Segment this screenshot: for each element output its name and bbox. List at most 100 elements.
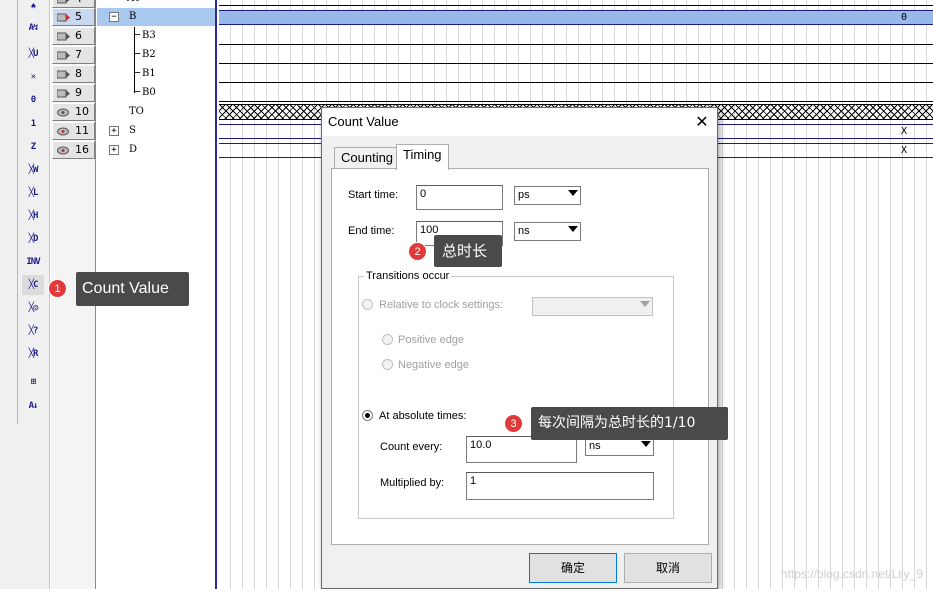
annotation-total-duration: 总时长 xyxy=(434,235,502,267)
signal-row-a0[interactable]: A0 xyxy=(97,0,215,8)
tree-branch: ─ xyxy=(134,87,141,98)
count-every-input[interactable]: 10.0 xyxy=(466,436,577,463)
annotation-badge-2: 2 xyxy=(408,242,427,261)
set-1-icon[interactable]: A↯ xyxy=(22,18,44,38)
relative-clock-radio[interactable] xyxy=(362,299,373,310)
tree-branch: ─ xyxy=(134,68,141,79)
waveform-editor: ♠ A↯ ╳U ✕ 0 1 Z ╳W ╳L ╳H ╳D INV ╳C ╳◎ ╳?… xyxy=(0,0,933,589)
chevron-down-icon xyxy=(640,301,650,307)
dialog-title: Count Value xyxy=(322,108,717,136)
random-icon[interactable]: ╳R xyxy=(22,344,44,364)
start-time-unit-select[interactable]: ps xyxy=(514,186,581,205)
annotation-badge-1: 1 xyxy=(48,279,67,298)
set-unknown-icon[interactable]: ✕ xyxy=(22,67,44,87)
wave-bus-b: 0 xyxy=(219,10,933,25)
signal-row-b[interactable]: − B xyxy=(97,8,215,26)
bus-value: X xyxy=(900,126,907,137)
signal-row-b0[interactable]: ─ B0 xyxy=(97,84,215,102)
index-row[interactable]: 7 xyxy=(52,46,95,64)
index-row[interactable]: 8 xyxy=(52,65,95,83)
grid-icon[interactable]: ⊞ xyxy=(22,372,44,392)
end-time-unit-select[interactable]: ns xyxy=(514,222,581,241)
signal-name: B1 xyxy=(142,68,156,79)
signal-name: S xyxy=(129,125,136,136)
index-row[interactable]: 4 xyxy=(52,0,95,8)
signal-row-d[interactable]: + D xyxy=(97,141,215,159)
tab-counting[interactable]: Counting xyxy=(334,147,401,169)
watermark: https://blog.csdn.net/Lily_9 xyxy=(780,567,923,581)
index-row[interactable]: 10 xyxy=(52,103,95,121)
invert-icon[interactable]: INV xyxy=(22,252,44,272)
negative-edge-radio[interactable] xyxy=(382,359,393,370)
absolute-times-radio[interactable] xyxy=(362,410,373,421)
output-pin-icon xyxy=(57,108,69,117)
index-row[interactable]: 16 xyxy=(52,141,95,159)
index-label: 6 xyxy=(75,29,82,42)
tree-branch: ─ xyxy=(134,49,141,60)
index-label: 16 xyxy=(75,143,89,156)
annotation-count-value: Count Value xyxy=(76,272,189,306)
weak-icon[interactable]: ╳W xyxy=(22,160,44,180)
input-pin-icon xyxy=(57,51,70,60)
annotation-interval: 每次间隔为总时长的1/10 xyxy=(531,407,728,440)
signal-row-to[interactable]: TO xyxy=(97,103,215,121)
bus-value: 0 xyxy=(900,12,907,23)
expand-icon[interactable]: + xyxy=(109,126,119,136)
low-icon[interactable]: ╳L xyxy=(22,183,44,203)
index-row[interactable]: 9 xyxy=(52,84,95,102)
signal-row-b1[interactable]: ─ B1 xyxy=(97,65,215,83)
count-every-unit-value: ns xyxy=(589,440,601,452)
wave-b3 xyxy=(219,44,933,45)
collapse-icon[interactable]: − xyxy=(109,12,119,22)
chevron-down-icon xyxy=(568,226,578,232)
arbitrary-icon[interactable]: ╳? xyxy=(22,321,44,341)
close-icon[interactable]: ✕ xyxy=(687,108,717,136)
signal-row-b2[interactable]: ─ B2 xyxy=(97,46,215,64)
relative-clock-label: Relative to clock settings: xyxy=(379,299,504,311)
force-high-icon[interactable]: 1 xyxy=(22,114,44,134)
signal-row-b3[interactable]: ─ B3 xyxy=(97,27,215,45)
force-low-icon[interactable]: 0 xyxy=(22,90,44,110)
clock-icon[interactable]: ╳◎ xyxy=(22,298,44,318)
multiplied-by-input[interactable]: 1 xyxy=(466,472,654,500)
input-pin-icon xyxy=(57,89,70,98)
index-row[interactable]: 11 xyxy=(52,122,95,140)
waveform-toolbar: ♠ A↯ ╳U ✕ 0 1 Z ╳W ╳L ╳H ╳D INV ╳C ╳◎ ╳?… xyxy=(0,0,50,589)
index-row[interactable]: 5 xyxy=(52,8,95,26)
annotation-badge-3: 3 xyxy=(504,414,523,433)
tree-branch: ─ xyxy=(134,30,141,41)
ok-button[interactable]: 确定 xyxy=(529,553,617,583)
cancel-button[interactable]: 取消 xyxy=(624,553,712,583)
sort-icon[interactable]: A↓ xyxy=(22,396,44,416)
high-icon[interactable]: ╳H xyxy=(22,206,44,226)
expand-icon[interactable]: + xyxy=(109,145,119,155)
search-icon[interactable]: ♠ xyxy=(22,0,44,17)
positive-edge-radio[interactable] xyxy=(382,334,393,345)
multiplied-by-label: Multiplied by: xyxy=(380,477,445,489)
absolute-times-label: At absolute times: xyxy=(379,410,467,422)
index-row[interactable]: 6 xyxy=(52,27,95,45)
index-label: 5 xyxy=(75,10,82,23)
positive-edge-label: Positive edge xyxy=(398,334,465,346)
toolbar-edge xyxy=(17,0,18,424)
start-time-unit-value: ps xyxy=(518,189,530,201)
tab-timing[interactable]: Timing xyxy=(396,144,449,170)
count-value-icon[interactable]: ╳C xyxy=(22,275,44,295)
high-z-icon[interactable]: Z xyxy=(22,137,44,157)
input-pin-icon xyxy=(57,13,70,22)
end-time-label: End time: xyxy=(348,225,395,237)
signal-name: D xyxy=(129,144,138,155)
signal-name: B2 xyxy=(142,49,156,60)
index-label: 8 xyxy=(75,67,82,80)
negative-edge-label: Negative edge xyxy=(398,359,469,371)
signal-name: B3 xyxy=(142,30,156,41)
bus-value: X xyxy=(900,145,907,156)
wave-b2 xyxy=(219,63,933,64)
set-uninit-icon[interactable]: ╳U xyxy=(22,44,44,64)
start-time-input[interactable]: 0 xyxy=(416,185,503,210)
clock-settings-select[interactable] xyxy=(532,297,653,316)
count-every-label: Count every: xyxy=(380,441,443,453)
dont-care-icon[interactable]: ╳D xyxy=(22,229,44,249)
signal-row-s[interactable]: + S xyxy=(97,122,215,140)
index-label: 11 xyxy=(75,124,89,137)
